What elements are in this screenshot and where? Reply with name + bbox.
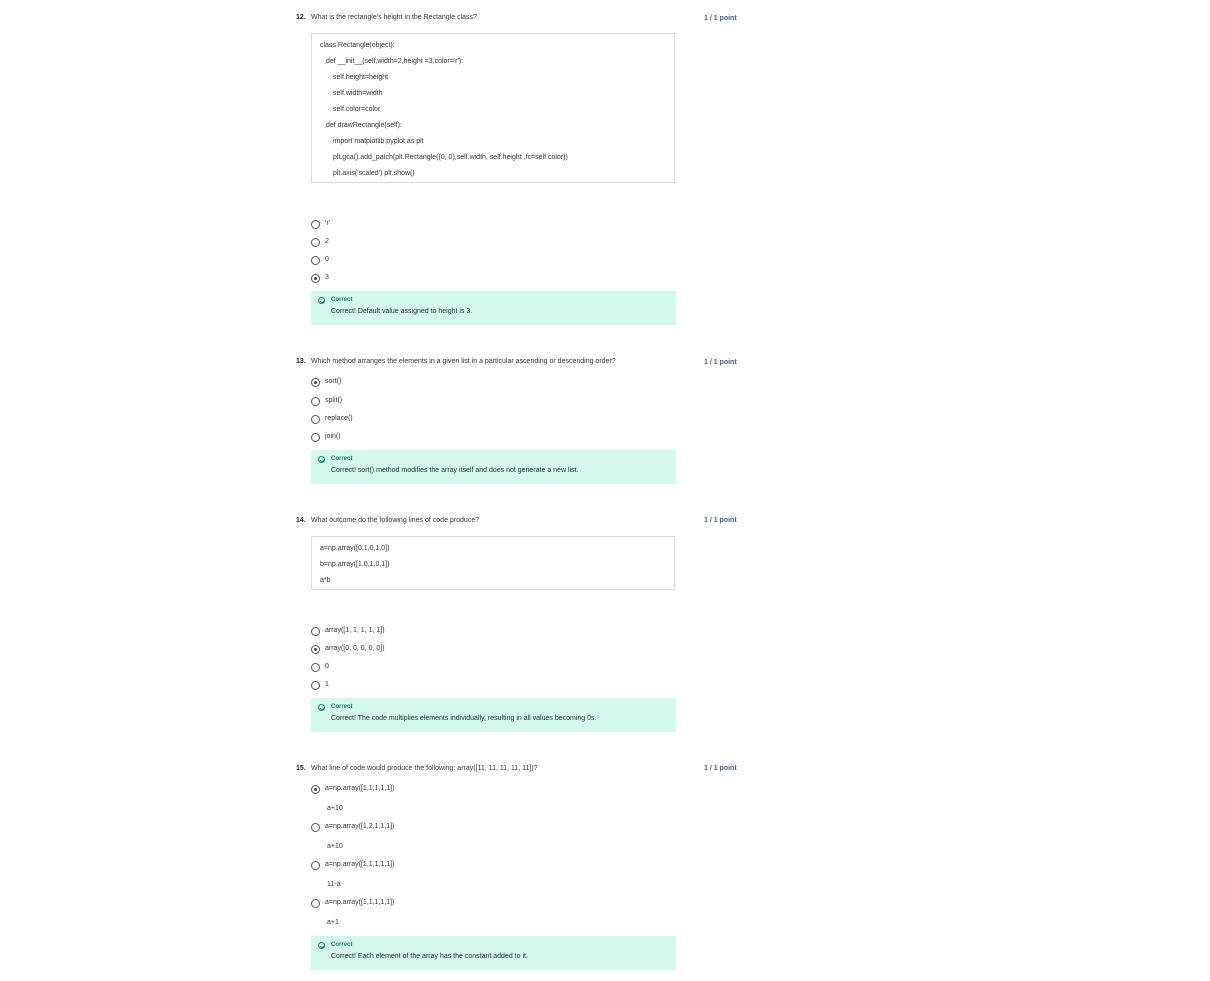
option-radio[interactable] — [311, 415, 320, 424]
option-label[interactable]: 1 — [325, 681, 329, 688]
option-radio[interactable] — [311, 238, 320, 247]
code-block: class Rectangle(object): def __init__(se… — [311, 33, 675, 183]
points-badge: 1 / 1 point — [704, 765, 737, 772]
option-radio-selected[interactable] — [311, 785, 320, 794]
code-line: plt.gca().add_patch(plt.Rectangle((0, 0)… — [333, 154, 568, 161]
points-badge: 1 / 1 point — [704, 517, 737, 524]
feedback-correct: Correct Correct! Default value assigned … — [311, 291, 676, 325]
question-text: What line of code would produce the foll… — [311, 765, 538, 772]
check-circle-icon — [318, 456, 325, 463]
code-line: def __init__(self,width=2,height =3,colo… — [326, 58, 464, 65]
option-radio[interactable] — [311, 433, 320, 442]
option-label[interactable]: a=np.array([1,1,1,1,1]) — [325, 899, 394, 906]
question-number: 14. — [296, 517, 306, 524]
option-radio[interactable] — [311, 256, 320, 265]
question-text: What is the rectangle's height in the Re… — [311, 14, 477, 21]
feedback-text: Correct! The code multiplies elements in… — [331, 715, 597, 722]
code-line: self.width=width — [333, 90, 383, 97]
option-radio-selected[interactable] — [311, 274, 320, 283]
check-circle-icon — [318, 942, 325, 949]
option-radio-selected[interactable] — [311, 378, 320, 387]
option-sub-label[interactable]: a+10 — [327, 843, 343, 850]
feedback-title: Correct — [331, 942, 353, 948]
option-label[interactable]: 0 — [325, 663, 329, 670]
code-line: self.color=color — [333, 106, 381, 113]
check-circle-icon — [318, 297, 325, 304]
feedback-text: Correct! Default value assigned to heigh… — [331, 308, 473, 315]
code-line: a=np.array([0,1,0,1,0]) — [320, 545, 390, 552]
feedback-title: Correct — [331, 704, 353, 710]
option-label[interactable]: 0 — [325, 256, 329, 263]
option-label[interactable]: replace() — [325, 415, 353, 422]
question-number: 15. — [296, 765, 306, 772]
option-label[interactable]: 'r' — [325, 220, 330, 227]
code-line: b=np.array([1,0,1,0,1]) — [320, 561, 390, 568]
code-line: import matplotlib.pyplot as plt — [333, 138, 424, 145]
option-radio[interactable] — [311, 823, 320, 832]
option-label[interactable]: a=np.array([1,1,1,1,1]) — [325, 785, 394, 792]
option-radio-selected[interactable] — [311, 645, 320, 654]
option-radio[interactable] — [311, 861, 320, 870]
points-badge: 1 / 1 point — [704, 359, 737, 366]
feedback-text: Correct! sort() method modifies the arra… — [331, 467, 579, 474]
question-text: Which method arranges the elements in a … — [311, 358, 616, 365]
option-label[interactable]: a=np.array([1,1,1,1,1]) — [325, 861, 394, 868]
option-radio[interactable] — [311, 397, 320, 406]
option-radio[interactable] — [311, 899, 320, 908]
option-label[interactable]: sort() — [325, 378, 341, 385]
code-line: plt.axis('scaled') plt.show() — [333, 170, 415, 177]
question-text: What outcome do the following lines of c… — [311, 517, 480, 524]
question-number: 12. — [296, 14, 306, 21]
question-number: 13. — [296, 358, 306, 365]
feedback-correct: Correct Correct! Each element of the arr… — [311, 936, 676, 970]
option-radio[interactable] — [311, 663, 320, 672]
option-label[interactable]: array([0, 0, 0, 0, 0]) — [325, 645, 385, 652]
points-badge: 1 / 1 point — [704, 15, 737, 22]
option-sub-label[interactable]: a+10 — [327, 805, 343, 812]
code-line: self.height=height — [333, 74, 389, 81]
option-label[interactable]: 3 — [325, 274, 329, 281]
feedback-title: Correct — [331, 297, 353, 303]
code-line: a*b — [320, 577, 331, 584]
feedback-text: Correct! Each element of the array has t… — [331, 953, 528, 960]
option-radio[interactable] — [311, 627, 320, 636]
feedback-correct: Correct Correct! sort() method modifies … — [311, 450, 676, 484]
option-label[interactable]: join() — [325, 433, 341, 440]
option-label[interactable]: a=np.array([1,2,1,1,1]) — [325, 823, 394, 830]
check-circle-icon — [318, 704, 325, 711]
option-radio[interactable] — [311, 681, 320, 690]
option-label[interactable]: 2 — [325, 238, 329, 245]
code-line: class Rectangle(object): — [320, 42, 395, 49]
option-label[interactable]: array([1, 1, 1, 1, 1]) — [325, 627, 385, 634]
feedback-title: Correct — [331, 456, 353, 462]
option-radio[interactable] — [311, 220, 320, 229]
option-sub-label[interactable]: 11-a — [327, 881, 341, 888]
code-line: def drawRectangle(self): — [326, 122, 402, 129]
feedback-correct: Correct Correct! The code multiplies ele… — [311, 698, 676, 732]
option-sub-label[interactable]: a+1 — [327, 919, 339, 926]
code-block: a=np.array([0,1,0,1,0]) b=np.array([1,0,… — [311, 536, 675, 590]
option-label[interactable]: split() — [325, 397, 342, 404]
